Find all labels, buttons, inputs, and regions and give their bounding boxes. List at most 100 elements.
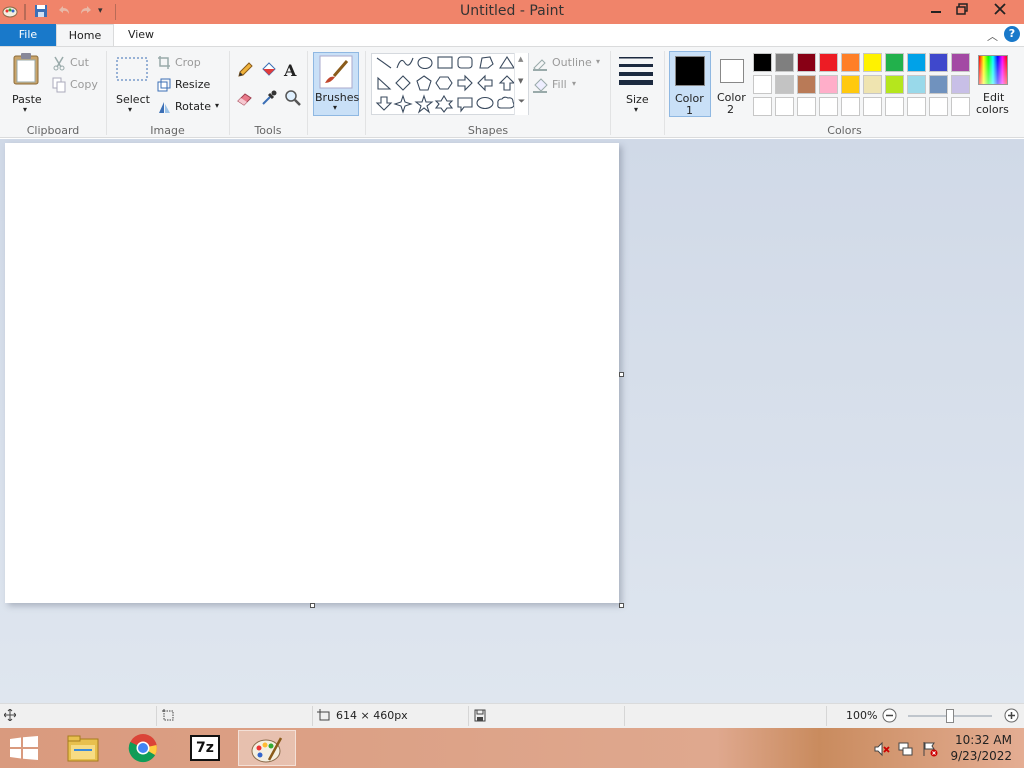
cut-button[interactable]: Cut <box>52 55 102 73</box>
fill-bucket-icon[interactable] <box>259 61 277 82</box>
custom-color-slot[interactable] <box>929 97 948 116</box>
paint-palette-icon <box>251 737 283 763</box>
scroll-up-icon[interactable]: ▲ <box>518 55 523 63</box>
palette-color-swatch[interactable] <box>885 53 904 72</box>
resize-handle-right[interactable] <box>619 372 624 377</box>
taskbar-chrome[interactable] <box>118 730 168 766</box>
rotate-button[interactable]: Rotate ▾ <box>157 99 223 117</box>
right-triangle-shape-icon <box>377 76 392 90</box>
gallery-more-icon[interactable]: ⏷ <box>518 97 525 107</box>
palette-color-swatch[interactable] <box>797 75 816 94</box>
eraser-icon[interactable] <box>236 89 254 110</box>
size-button[interactable]: Size ▾ <box>617 51 657 115</box>
tab-home[interactable]: Home <box>56 24 114 47</box>
left-arrow-shape-icon <box>477 74 493 92</box>
palette-color-swatch[interactable] <box>929 53 948 72</box>
palette-color-swatch[interactable] <box>863 53 882 72</box>
zoom-out-icon[interactable] <box>882 708 897 726</box>
magnifier-icon[interactable] <box>284 89 302 110</box>
tools-group-label: Tools <box>254 124 282 137</box>
copy-button[interactable]: Copy <box>52 77 102 95</box>
status-divider <box>312 706 313 726</box>
palette-color-swatch[interactable] <box>797 53 816 72</box>
palette-color-swatch[interactable] <box>951 53 970 72</box>
color-picker-icon[interactable] <box>260 89 278 110</box>
drawing-canvas[interactable] <box>5 143 619 603</box>
chevron-down-icon: ▾ <box>634 105 639 114</box>
paste-button[interactable]: Paste ▾ <box>6 51 46 115</box>
crop-button[interactable]: Crop <box>157 55 217 73</box>
text-tool-icon[interactable]: A <box>284 61 296 80</box>
palette-color-swatch[interactable] <box>753 75 772 94</box>
palette-color-swatch[interactable] <box>841 53 860 72</box>
tab-file[interactable]: File <box>0 24 56 46</box>
edit-colors-button[interactable]: Edit colors <box>975 53 1021 119</box>
zoom-slider[interactable] <box>908 709 992 723</box>
close-icon[interactable] <box>984 3 1016 25</box>
resize-handle-bottom[interactable] <box>310 603 315 608</box>
palette-color-swatch[interactable] <box>775 53 794 72</box>
help-icon[interactable]: ? <box>1004 26 1020 42</box>
system-clock[interactable]: 10:32 AM 9/23/2022 <box>950 732 1012 764</box>
fill-button[interactable]: Fill ▾ <box>532 77 608 95</box>
pencil-icon[interactable] <box>236 61 254 82</box>
zoom-in-icon[interactable] <box>1004 708 1019 726</box>
taskbar-7zip[interactable]: 7z <box>180 730 230 766</box>
taskbar-paint[interactable] <box>238 730 296 766</box>
volume-muted-icon[interactable] <box>874 741 890 760</box>
color1-button[interactable]: Color 1 <box>669 51 711 117</box>
custom-color-slot[interactable] <box>863 97 882 116</box>
custom-color-slot[interactable] <box>841 97 860 116</box>
status-divider <box>826 706 827 726</box>
polygon-shape-icon <box>479 56 494 69</box>
custom-color-slot[interactable] <box>753 97 772 116</box>
clipboard-group-label: Clipboard <box>26 124 80 137</box>
custom-color-slot[interactable] <box>797 97 816 116</box>
action-center-flag-icon[interactable] <box>922 741 938 760</box>
palette-color-swatch[interactable] <box>929 75 948 94</box>
custom-color-slot[interactable] <box>951 97 970 116</box>
palette-color-swatch[interactable] <box>775 75 794 94</box>
custom-color-slot[interactable] <box>885 97 904 116</box>
resize-button[interactable]: Resize <box>157 77 223 95</box>
brushes-button[interactable]: Brushes ▾ <box>313 52 359 116</box>
right-arrow-shape-icon <box>457 74 473 92</box>
image-dimensions: 614 × 460px <box>336 709 408 722</box>
color1-number: 1 <box>686 104 693 117</box>
resize-handle-corner[interactable] <box>619 603 624 608</box>
palette-color-swatch[interactable] <box>863 75 882 94</box>
color-palette <box>753 53 975 117</box>
status-divider <box>156 706 157 726</box>
palette-color-swatch[interactable] <box>951 75 970 94</box>
outline-button[interactable]: Outline ▾ <box>532 55 608 73</box>
tab-view[interactable]: View <box>116 24 166 46</box>
network-icon[interactable] <box>898 741 914 760</box>
custom-color-slot[interactable] <box>907 97 926 116</box>
rotate-label: Rotate <box>175 100 212 113</box>
select-button[interactable]: Select ▾ <box>111 51 153 115</box>
four-point-star-shape-icon <box>393 94 413 114</box>
palette-color-swatch[interactable] <box>841 75 860 94</box>
cursor-position-icon <box>3 708 17 724</box>
shapes-scrollbar[interactable]: ▲ ▼ ⏷ <box>514 53 528 115</box>
custom-color-slot[interactable] <box>775 97 794 116</box>
start-button[interactable] <box>10 736 38 763</box>
scroll-down-icon[interactable]: ▼ <box>518 77 523 85</box>
palette-color-swatch[interactable] <box>753 53 772 72</box>
palette-color-swatch[interactable] <box>907 53 926 72</box>
color-spectrum-icon <box>978 55 1008 85</box>
zoom-slider-thumb[interactable] <box>946 709 954 723</box>
outline-label: Outline <box>552 56 592 69</box>
custom-color-slot[interactable] <box>819 97 838 116</box>
palette-color-swatch[interactable] <box>819 75 838 94</box>
shape-fill-icon <box>532 77 548 96</box>
taskbar-file-explorer[interactable] <box>58 730 108 766</box>
color2-button[interactable]: Color 2 <box>713 51 753 117</box>
restore-icon[interactable] <box>946 3 978 25</box>
palette-color-swatch[interactable] <box>819 53 838 72</box>
palette-color-swatch[interactable] <box>885 75 904 94</box>
palette-color-swatch[interactable] <box>907 75 926 94</box>
outline-icon <box>532 55 548 74</box>
collapse-ribbon-icon[interactable]: ︿ <box>987 28 998 44</box>
clipboard-group: Paste ▾ Cut Copy Clipboard <box>0 47 106 139</box>
